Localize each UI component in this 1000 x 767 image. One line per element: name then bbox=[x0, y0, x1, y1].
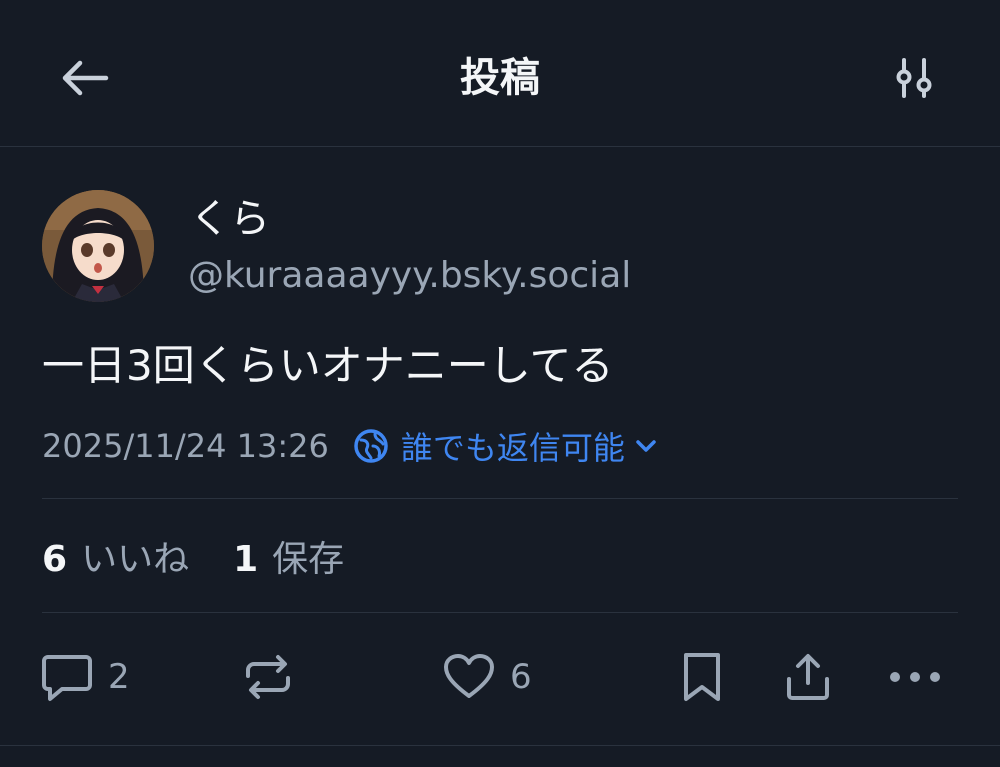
reply-setting-label: 誰でも返信可能 bbox=[400, 429, 625, 467]
like-count: 6 bbox=[510, 657, 532, 697]
likes-stat[interactable]: 6 いいね bbox=[42, 530, 189, 582]
page-title: 投稿 bbox=[460, 55, 540, 101]
share-button[interactable] bbox=[784, 645, 832, 709]
likes-label: いいね bbox=[81, 539, 190, 580]
heart-icon bbox=[444, 654, 494, 698]
repost-icon bbox=[246, 655, 290, 699]
reply-count: 2 bbox=[108, 657, 130, 697]
display-name[interactable]: くら bbox=[190, 192, 270, 246]
divider bbox=[42, 612, 958, 613]
more-options-button[interactable] bbox=[888, 645, 942, 709]
avatar[interactable] bbox=[42, 190, 154, 302]
saves-count: 1 bbox=[233, 539, 259, 580]
post-timestamp: 2025/11/24 13:26 bbox=[42, 427, 329, 465]
share-icon bbox=[787, 654, 829, 700]
top-bar: 投稿 bbox=[0, 0, 1000, 147]
reply-button[interactable]: 2 bbox=[40, 645, 130, 709]
user-handle[interactable]: @kuraaaayyy.bsky.social bbox=[188, 250, 631, 302]
bookmark-icon bbox=[684, 653, 720, 701]
chevron-down-icon bbox=[636, 440, 656, 452]
ellipsis-icon bbox=[890, 672, 940, 682]
divider bbox=[0, 745, 1000, 746]
thread-settings-button[interactable] bbox=[884, 50, 944, 106]
saves-label: 保存 bbox=[272, 539, 345, 580]
bookmark-button[interactable] bbox=[680, 645, 724, 709]
post-stats: 6 いいね 1 保存 bbox=[42, 528, 388, 584]
post-meta: 2025/11/24 13:26 誰でも返信可能 bbox=[42, 420, 657, 472]
reply-setting-button[interactable]: 誰でも返信可能 bbox=[353, 423, 657, 469]
action-bar: 2 6 bbox=[0, 645, 1000, 709]
saves-stat[interactable]: 1 保存 bbox=[233, 530, 344, 582]
likes-count: 6 bbox=[42, 539, 68, 580]
repost-button[interactable] bbox=[240, 645, 296, 709]
avatar-image bbox=[42, 190, 154, 302]
post-text: 一日3回くらいオナニーしてる bbox=[42, 341, 614, 390]
comment-icon bbox=[42, 655, 92, 701]
globe-icon bbox=[354, 429, 388, 463]
sliders-icon bbox=[896, 58, 932, 98]
divider bbox=[42, 498, 958, 499]
like-button[interactable]: 6 bbox=[442, 645, 532, 709]
